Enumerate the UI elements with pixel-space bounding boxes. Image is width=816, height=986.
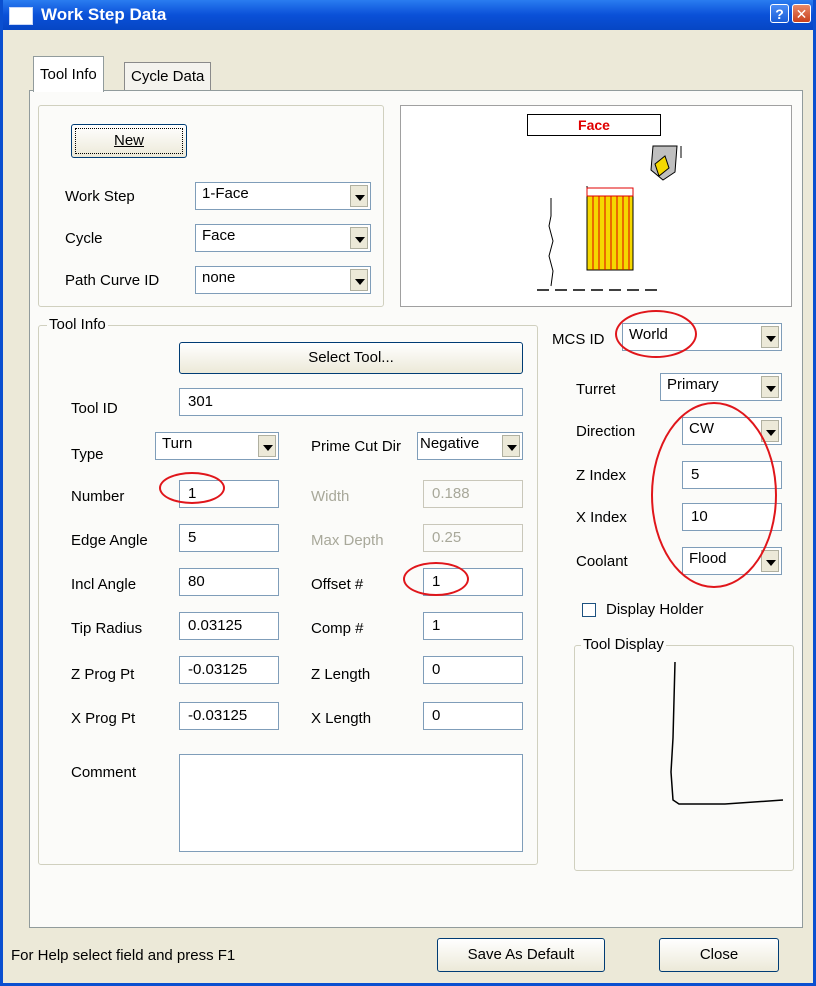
close-button[interactable]: Close [659, 938, 779, 972]
close-label: Close [699, 946, 739, 963]
select-tool-label: Select Tool... [308, 349, 394, 366]
cycle-select[interactable]: Face [195, 224, 371, 252]
chevron-down-icon[interactable] [350, 227, 368, 249]
turret-value: Primary [667, 376, 719, 393]
path-curve-value: none [202, 269, 236, 286]
tab-tool-info[interactable]: Tool Info [33, 56, 104, 92]
path-curve-select[interactable]: none [195, 266, 371, 294]
comp-label: Comp # [311, 620, 364, 637]
chevron-down-icon[interactable] [350, 185, 368, 207]
edge-angle-field[interactable]: 5 [179, 524, 279, 552]
path-curve-label: Path Curve ID [65, 272, 160, 289]
display-holder-label[interactable]: Display Holder [606, 601, 704, 618]
turret-label: Turret [576, 381, 616, 398]
turret-select[interactable]: Primary [660, 373, 782, 401]
tip-radius-field[interactable]: 0.03125 [179, 612, 279, 640]
tool-info-group-title: Tool Info [47, 316, 108, 333]
window-icon [9, 7, 33, 25]
coolant-value: Flood [689, 550, 727, 567]
save-as-default-button[interactable]: Save As Default [437, 938, 605, 972]
coolant-select[interactable]: Flood [682, 547, 782, 575]
title-bar[interactable]: Work Step Data ? ✕ [3, 0, 813, 30]
direction-value: CW [689, 420, 714, 437]
width-label: Width [311, 488, 350, 505]
mcs-id-select[interactable]: World [622, 323, 782, 351]
chevron-down-icon[interactable] [761, 376, 779, 398]
number-field[interactable]: 1 [179, 480, 279, 508]
z-index-field[interactable]: 5 [682, 461, 782, 489]
incl-angle-field[interactable]: 80 [179, 568, 279, 596]
x-index-label: X Index [576, 509, 627, 526]
cycle-label: Cycle [65, 230, 103, 247]
chevron-down-icon[interactable] [761, 420, 779, 442]
cut-region [586, 187, 634, 271]
direction-select[interactable]: CW [682, 417, 782, 445]
tip-radius-label: Tip Radius [71, 620, 143, 637]
x-length-field[interactable]: 0 [423, 702, 523, 730]
offset-label: Offset # [311, 576, 364, 593]
comment-label: Comment [71, 764, 137, 781]
window-title: Work Step Data [41, 5, 167, 24]
x-prog-pt-label: X Prog Pt [71, 710, 136, 727]
face-cut-graphic [537, 145, 682, 291]
new-button-label: New [113, 132, 144, 149]
type-label: Type [71, 446, 104, 463]
comment-field[interactable] [179, 754, 523, 852]
max-depth-label: Max Depth [311, 532, 384, 549]
edge-angle-label: Edge Angle [71, 532, 148, 549]
work-step-select[interactable]: 1-Face [195, 182, 371, 210]
chevron-down-icon[interactable] [761, 550, 779, 572]
coolant-label: Coolant [576, 553, 628, 570]
help-hint: For Help select field and press F1 [11, 947, 236, 964]
tool-id-field[interactable]: 301 [179, 388, 523, 416]
work-step-value: 1-Face [202, 185, 249, 202]
comp-field[interactable]: 1 [423, 612, 523, 640]
status-bar: For Help select field and press F1 Save … [3, 928, 813, 983]
direction-label: Direction [576, 423, 636, 440]
prime-cut-dir-select[interactable]: Negative [417, 432, 523, 460]
cycle-value: Face [202, 227, 236, 244]
z-length-label: Z Length [311, 666, 371, 683]
tool-id-label: Tool ID [71, 400, 118, 417]
display-holder-checkbox[interactable] [582, 603, 596, 617]
work-step-label: Work Step [65, 188, 135, 205]
tool-insert-icon [650, 145, 682, 181]
chevron-down-icon[interactable] [502, 435, 520, 457]
chevron-down-icon[interactable] [350, 269, 368, 291]
chevron-down-icon[interactable] [761, 326, 779, 348]
operation-preview: Face [400, 105, 792, 307]
type-select[interactable]: Turn [155, 432, 279, 460]
tab-cycle-data[interactable]: Cycle Data [124, 62, 212, 91]
work-step-group: New Work Step 1-Face Cycle Face Path Cur… [38, 105, 384, 307]
mcs-id-label: MCS ID [552, 331, 605, 348]
incl-angle-label: Incl Angle [71, 576, 137, 593]
select-tool-button[interactable]: Select Tool... [179, 342, 523, 374]
help-button[interactable]: ? [770, 4, 789, 23]
x-index-field[interactable]: 10 [682, 503, 782, 531]
save-as-default-label: Save As Default [467, 946, 575, 963]
tool-info-group: Tool Info Select Tool... Tool ID 301 Typ… [38, 316, 538, 865]
new-button[interactable]: New [71, 124, 187, 158]
x-prog-pt-field[interactable]: -0.03125 [179, 702, 279, 730]
chevron-down-icon[interactable] [258, 435, 276, 457]
mcs-id-value: World [629, 326, 668, 343]
z-length-field[interactable]: 0 [423, 656, 523, 684]
tool-display-graphic [670, 661, 784, 805]
type-value: Turn [162, 435, 193, 452]
offset-field[interactable]: 1 [423, 568, 523, 596]
x-length-label: X Length [311, 710, 372, 727]
tool-display-group: Tool Display [574, 636, 794, 871]
tool-info-page: New Work Step 1-Face Cycle Face Path Cur… [29, 90, 803, 928]
z-index-label: Z Index [576, 467, 627, 484]
number-label: Number [71, 488, 125, 505]
z-prog-pt-field[interactable]: -0.03125 [179, 656, 279, 684]
close-window-button[interactable]: ✕ [792, 4, 811, 23]
width-field: 0.188 [423, 480, 523, 508]
max-depth-field: 0.25 [423, 524, 523, 552]
prime-cut-dir-value: Negative [420, 435, 480, 452]
z-prog-pt-label: Z Prog Pt [71, 666, 135, 683]
work-step-data-dialog: Work Step Data ? ✕ Tool Info Cycle Data … [0, 0, 816, 986]
prime-cut-dir-label: Prime Cut Dir [311, 438, 402, 455]
